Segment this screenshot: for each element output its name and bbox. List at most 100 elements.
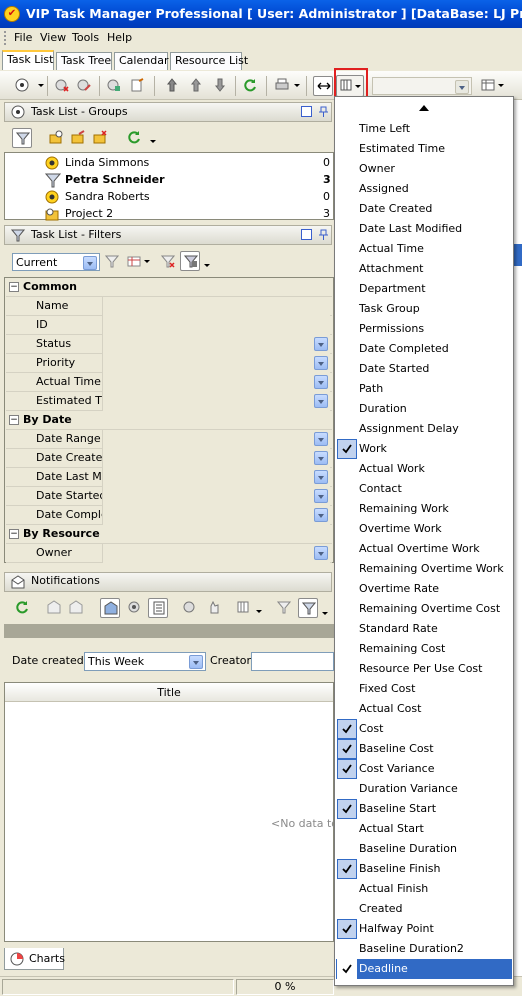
auto-fit-columns-button[interactable]	[313, 76, 333, 96]
notifications-filter-active-button[interactable]	[298, 598, 318, 618]
collapse-icon[interactable]: −	[9, 529, 19, 539]
filter-field-dropdown-icon[interactable]	[314, 489, 328, 503]
selected-task-row[interactable]	[514, 244, 522, 266]
column-menu-item[interactable]: Actual Cost	[336, 699, 512, 719]
move-down-button[interactable]	[210, 76, 230, 96]
task-report-button[interactable]	[127, 76, 147, 96]
filter-field-dropdown-icon[interactable]	[314, 451, 328, 465]
column-menu-item[interactable]: Time Left	[336, 119, 512, 139]
menu-help[interactable]: Help	[107, 31, 132, 44]
tab-task-tree[interactable]: Task Tree	[56, 52, 112, 70]
filter-field-value[interactable]	[102, 544, 330, 563]
column-menu-item[interactable]: Baseline Finish	[336, 859, 512, 879]
filter-field-row[interactable]: Status	[6, 335, 332, 354]
column-menu-item[interactable]: Path	[336, 379, 512, 399]
notifications-view-button[interactable]	[100, 598, 120, 618]
export-dropdown-icon[interactable]	[498, 84, 504, 87]
pin-icon[interactable]	[318, 229, 329, 240]
task-properties-button[interactable]	[104, 76, 124, 96]
notifications-unread-button[interactable]	[66, 598, 86, 618]
filter-field-value[interactable]	[102, 487, 330, 506]
tab-resource-list[interactable]: Resource List	[170, 52, 248, 70]
column-menu-item[interactable]: Actual Work	[336, 459, 512, 479]
filter-options-button[interactable]	[124, 252, 144, 272]
filter-field-value[interactable]	[102, 297, 330, 316]
groups-refresh-icon[interactable]	[124, 128, 144, 148]
column-menu-item[interactable]: Assignment Delay	[336, 419, 512, 439]
filter-field-value[interactable]	[102, 468, 330, 487]
filter-field-dropdown-icon[interactable]	[314, 356, 328, 370]
delete-task-button[interactable]	[52, 76, 72, 96]
column-menu-item[interactable]: Duration	[336, 399, 512, 419]
maximize-icon[interactable]	[301, 229, 312, 240]
new-task-button[interactable]	[12, 76, 32, 96]
list-item[interactable]: Linda Simmons 0	[5, 154, 331, 171]
column-menu-item[interactable]: Date Last Modified	[336, 219, 512, 239]
notifications-hand-button[interactable]	[204, 598, 224, 618]
filter-field-dropdown-icon[interactable]	[314, 394, 328, 408]
list-item[interactable]: Project 2 3	[5, 205, 331, 222]
column-menu-item[interactable]: Duration Variance	[336, 779, 512, 799]
filter-field-dropdown-icon[interactable]	[314, 546, 328, 560]
column-menu-item[interactable]: Overtime Rate	[336, 579, 512, 599]
filter-field-value[interactable]	[102, 392, 330, 411]
maximize-icon[interactable]	[301, 106, 312, 117]
refresh-icon[interactable]	[240, 76, 260, 96]
new-task-dropdown-icon[interactable]	[38, 84, 44, 87]
date-created-select[interactable]: This Week	[84, 652, 206, 671]
column-menu-item[interactable]: Cost Variance	[336, 759, 512, 779]
column-menu-item[interactable]: Baseline Duration	[336, 839, 512, 859]
column-menu-item[interactable]: Actual Overtime Work	[336, 539, 512, 559]
column-menu-item[interactable]: Actual Time	[336, 239, 512, 259]
notifications-filter-button[interactable]	[274, 598, 294, 618]
tab-charts[interactable]: Charts	[4, 948, 65, 970]
move-up-button[interactable]	[186, 76, 206, 96]
filter-field-value[interactable]	[102, 449, 330, 468]
edit-group-button[interactable]	[68, 128, 88, 148]
column-menu-item[interactable]: Permissions	[336, 319, 512, 339]
filter-field-row[interactable]: Date Createc	[6, 449, 332, 468]
column-menu-item[interactable]: Date Completed	[336, 339, 512, 359]
title-bar[interactable]: ✔ VIP Task Manager Professional [ User: …	[0, 0, 522, 28]
notifications-document-button[interactable]	[148, 598, 168, 618]
filter-field-dropdown-icon[interactable]	[314, 337, 328, 351]
filter-field-value[interactable]	[102, 373, 330, 392]
column-menu-item[interactable]: Work	[336, 439, 512, 459]
collapse-icon[interactable]: −	[9, 282, 19, 292]
notifications-filter-dropdown-icon[interactable]	[322, 612, 328, 615]
apply-filter-button[interactable]	[102, 252, 122, 272]
filter-field-row[interactable]: Actual Time	[6, 373, 332, 392]
filter-options-dropdown-icon[interactable]	[144, 260, 150, 263]
column-menu-item[interactable]: Remaining Overtime Work	[336, 559, 512, 579]
filter-category[interactable]: − By Resource	[6, 525, 332, 544]
notifications-refresh-icon[interactable]	[12, 598, 32, 618]
column-menu-item[interactable]: Actual Start	[336, 819, 512, 839]
export-button[interactable]	[478, 76, 498, 96]
column-menu-item[interactable]: Baseline Cost	[336, 739, 512, 759]
edit-task-button[interactable]	[74, 76, 94, 96]
notifications-columns-button[interactable]	[234, 598, 254, 618]
column-menu-item[interactable]: Overtime Work	[336, 519, 512, 539]
groups-refresh-dropdown-icon[interactable]	[150, 140, 156, 143]
filter-field-row[interactable]: Name	[6, 297, 332, 316]
filter-field-value[interactable]	[102, 354, 330, 373]
column-menu-item[interactable]: Resource Per Use Cost	[336, 659, 512, 679]
list-item[interactable]: Petra Schneider 3	[5, 171, 331, 188]
move-top-button[interactable]	[162, 76, 182, 96]
column-menu-item[interactable]: Task Group	[336, 299, 512, 319]
filter-category[interactable]: − Common	[6, 278, 332, 297]
list-item[interactable]: Sandra Roberts 0	[5, 188, 331, 205]
column-menu-item[interactable]: Baseline Duration2	[336, 939, 512, 959]
groups-filter-button[interactable]	[12, 128, 32, 148]
column-menu-item[interactable]: Remaining Work	[336, 499, 512, 519]
column-menu-item[interactable]: Baseline Start	[336, 799, 512, 819]
column-menu-item[interactable]: Remaining Overtime Cost	[336, 599, 512, 619]
column-menu-item[interactable]: Deadline	[336, 959, 512, 979]
filter-field-dropdown-icon[interactable]	[314, 508, 328, 522]
column-menu-item[interactable]: Actual Finish	[336, 879, 512, 899]
filter-field-value[interactable]	[102, 316, 330, 335]
toolbar-combo[interactable]	[372, 77, 472, 95]
filter-field-value[interactable]	[102, 335, 330, 354]
column-menu-item[interactable]: Standard Rate	[336, 619, 512, 639]
creator-input[interactable]	[251, 652, 334, 671]
